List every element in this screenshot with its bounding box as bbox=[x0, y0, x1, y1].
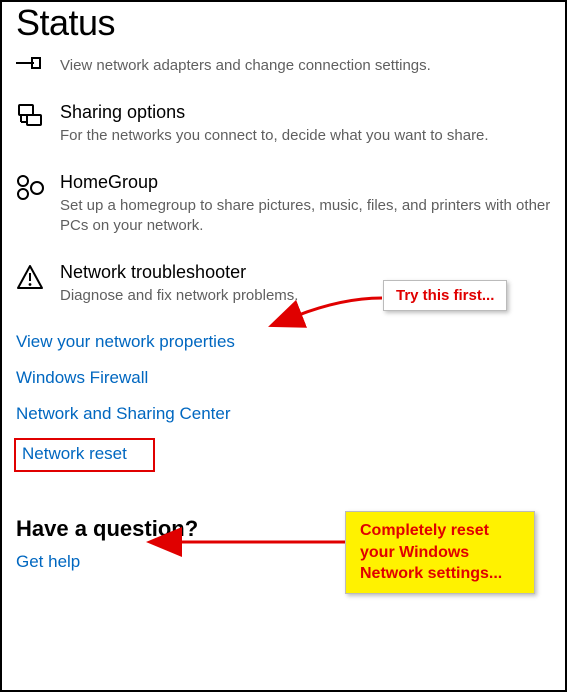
page-title: Status bbox=[16, 2, 551, 44]
warning-triangle-icon bbox=[16, 262, 60, 290]
callout-reset-all: Completely reset your Windows Network se… bbox=[345, 511, 535, 594]
item-sharing-desc: For the networks you connect to, decide … bbox=[60, 126, 551, 146]
item-sharing-title: Sharing options bbox=[60, 102, 551, 124]
item-adapters[interactable]: View network adapters and change connect… bbox=[16, 54, 551, 76]
adapter-icon bbox=[16, 54, 60, 74]
item-homegroup-title: HomeGroup bbox=[60, 172, 551, 194]
settings-status-panel: Status View network adapters and change … bbox=[0, 0, 567, 692]
link-network-sharing-center[interactable]: Network and Sharing Center bbox=[16, 404, 231, 424]
link-windows-firewall[interactable]: Windows Firewall bbox=[16, 368, 148, 388]
item-adapters-desc: View network adapters and change connect… bbox=[60, 56, 551, 76]
link-network-properties[interactable]: View your network properties bbox=[16, 332, 235, 352]
item-homegroup-desc: Set up a homegroup to share pictures, mu… bbox=[60, 196, 551, 237]
item-sharing-options[interactable]: Sharing options For the networks you con… bbox=[16, 102, 551, 146]
link-get-help[interactable]: Get help bbox=[16, 552, 80, 572]
homegroup-icon bbox=[16, 172, 60, 202]
arrow-to-troubleshooter bbox=[282, 294, 392, 334]
links-block: View your network properties Windows Fir… bbox=[16, 332, 551, 472]
sharing-icon bbox=[16, 102, 60, 132]
callout-try-first: Try this first... bbox=[383, 280, 507, 311]
link-network-reset-highlight: Network reset bbox=[14, 438, 155, 472]
arrow-to-network-reset bbox=[162, 526, 352, 556]
item-homegroup[interactable]: HomeGroup Set up a homegroup to share pi… bbox=[16, 172, 551, 236]
link-network-reset[interactable]: Network reset bbox=[22, 444, 127, 464]
